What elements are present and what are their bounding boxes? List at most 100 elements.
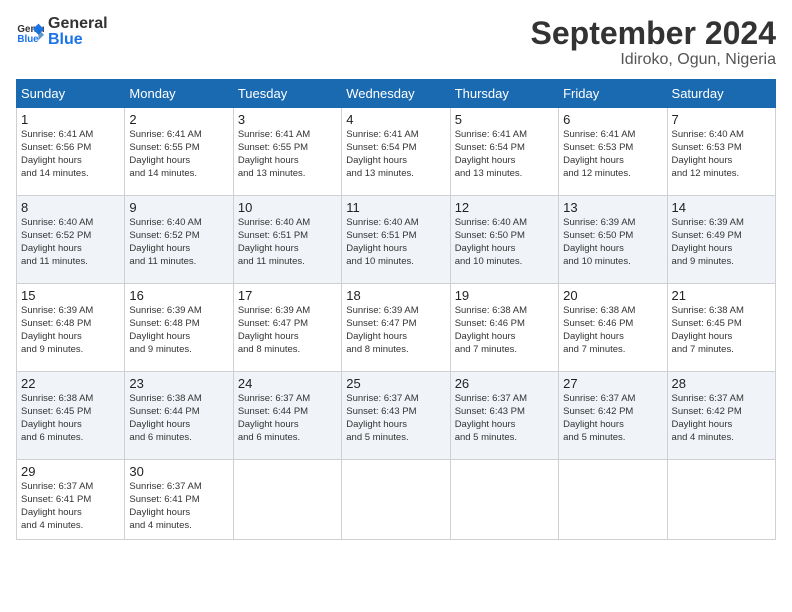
day-number: 6 [563,112,662,127]
day-detail: Sunrise: 6:37 AMSunset: 6:41 PMDaylight … [129,481,228,532]
day-number: 10 [238,200,337,215]
day-detail: Sunrise: 6:37 AMSunset: 6:43 PMDaylight … [455,393,554,444]
calendar-cell [342,460,450,540]
calendar-cell: 28 Sunrise: 6:37 AMSunset: 6:42 PMDayligh… [667,372,775,460]
location: Idiroko, Ogun, Nigeria [531,51,776,69]
day-number: 29 [21,464,120,479]
day-detail: Sunrise: 6:37 AMSunset: 6:44 PMDaylight … [238,393,337,444]
title-block: September 2024 Idiroko, Ogun, Nigeria [531,16,776,69]
day-header-monday: Monday [125,80,233,108]
day-detail: Sunrise: 6:39 AMSunset: 6:47 PMDaylight … [346,305,445,356]
calendar-cell [233,460,341,540]
day-number: 20 [563,288,662,303]
day-number: 1 [21,112,120,127]
calendar-cell: 16Sunrise: 6:39 AMSunset: 6:48 PMDayligh… [125,284,233,372]
day-detail: Sunrise: 6:37 AMSunset: 6:43 PMDaylight … [346,393,445,444]
calendar-week-row: 22Sunrise: 6:38 AMSunset: 6:45 PMDayligh… [17,372,776,460]
month-title: September 2024 [531,16,776,51]
day-number: 28 [672,376,771,391]
calendar-cell [559,460,667,540]
day-detail: Sunrise: 6:41 AMSunset: 6:55 PMDaylight … [238,129,337,180]
logo: General Blue General Blue [16,16,108,48]
day-detail: Sunrise: 6:41 AMSunset: 6:54 PMDaylight … [346,129,445,180]
calendar-cell: 21 Sunrise: 6:38 AMSunset: 6:45 PMDayligh… [667,284,775,372]
day-detail: Sunrise: 6:37 AMSunset: 6:42 PMDaylight … [672,393,771,444]
calendar-cell: 12 Sunrise: 6:40 AMSunset: 6:50 PMDayligh… [450,196,558,284]
calendar-cell: 4 Sunrise: 6:41 AMSunset: 6:54 PMDaylight… [342,108,450,196]
day-detail: Sunrise: 6:39 AMSunset: 6:48 PMDaylight … [21,305,120,356]
day-number: 17 [238,288,337,303]
day-number: 26 [455,376,554,391]
day-number: 18 [346,288,445,303]
day-number: 5 [455,112,554,127]
calendar-header-row: SundayMondayTuesdayWednesdayThursdayFrid… [17,80,776,108]
day-number: 4 [346,112,445,127]
day-detail: Sunrise: 6:40 AMSunset: 6:52 PMDaylight … [129,217,228,268]
day-detail: Sunrise: 6:37 AMSunset: 6:42 PMDaylight … [563,393,662,444]
calendar-cell: 18 Sunrise: 6:39 AMSunset: 6:47 PMDayligh… [342,284,450,372]
day-detail: Sunrise: 6:40 AMSunset: 6:53 PMDaylight … [672,129,771,180]
day-number: 7 [672,112,771,127]
calendar-cell: 25 Sunrise: 6:37 AMSunset: 6:43 PMDayligh… [342,372,450,460]
day-header-wednesday: Wednesday [342,80,450,108]
day-header-thursday: Thursday [450,80,558,108]
logo-icon: General Blue [16,18,44,46]
day-detail: Sunrise: 6:38 AMSunset: 6:46 PMDaylight … [455,305,554,356]
day-detail: Sunrise: 6:37 AMSunset: 6:41 PMDaylight … [21,481,120,532]
day-detail: Sunrise: 6:38 AMSunset: 6:46 PMDaylight … [563,305,662,356]
day-number: 25 [346,376,445,391]
day-header-tuesday: Tuesday [233,80,341,108]
calendar-cell: 11 Sunrise: 6:40 AMSunset: 6:51 PMDayligh… [342,196,450,284]
day-detail: Sunrise: 6:41 AMSunset: 6:56 PMDaylight … [21,129,120,180]
calendar-cell: 19 Sunrise: 6:38 AMSunset: 6:46 PMDayligh… [450,284,558,372]
svg-text:Blue: Blue [17,34,39,45]
day-detail: Sunrise: 6:39 AMSunset: 6:47 PMDaylight … [238,305,337,356]
day-number: 16 [129,288,228,303]
day-detail: Sunrise: 6:41 AMSunset: 6:53 PMDaylight … [563,129,662,180]
day-number: 9 [129,200,228,215]
calendar-cell: 14 Sunrise: 6:39 AMSunset: 6:49 PMDayligh… [667,196,775,284]
day-number: 27 [563,376,662,391]
day-detail: Sunrise: 6:39 AMSunset: 6:49 PMDaylight … [672,217,771,268]
calendar-cell: 30 Sunrise: 6:37 AMSunset: 6:41 PMDayligh… [125,460,233,540]
day-number: 13 [563,200,662,215]
day-detail: Sunrise: 6:40 AMSunset: 6:50 PMDaylight … [455,217,554,268]
day-number: 23 [129,376,228,391]
calendar-cell: 20 Sunrise: 6:38 AMSunset: 6:46 PMDayligh… [559,284,667,372]
day-detail: Sunrise: 6:40 AMSunset: 6:51 PMDaylight … [238,217,337,268]
calendar-cell: 3 Sunrise: 6:41 AMSunset: 6:55 PMDaylight… [233,108,341,196]
calendar-cell: 17 Sunrise: 6:39 AMSunset: 6:47 PMDayligh… [233,284,341,372]
calendar-cell: 22Sunrise: 6:38 AMSunset: 6:45 PMDayligh… [17,372,125,460]
calendar-cell: 6 Sunrise: 6:41 AMSunset: 6:53 PMDaylight… [559,108,667,196]
day-number: 11 [346,200,445,215]
day-number: 14 [672,200,771,215]
day-header-friday: Friday [559,80,667,108]
calendar-cell [450,460,558,540]
calendar-cell: 8Sunrise: 6:40 AMSunset: 6:52 PMDaylight… [17,196,125,284]
calendar-cell: 5Sunrise: 6:41 AMSunset: 6:54 PMDaylight… [450,108,558,196]
day-detail: Sunrise: 6:38 AMSunset: 6:45 PMDaylight … [672,305,771,356]
day-number: 3 [238,112,337,127]
day-number: 12 [455,200,554,215]
day-detail: Sunrise: 6:38 AMSunset: 6:45 PMDaylight … [21,393,120,444]
calendar-table: SundayMondayTuesdayWednesdayThursdayFrid… [16,79,776,540]
page-container: General Blue General Blue September 2024… [0,0,792,612]
calendar-week-row: 29 Sunrise: 6:37 AMSunset: 6:41 PMDayligh… [17,460,776,540]
calendar-cell: 1 Sunrise: 6:41 AMSunset: 6:56 PMDaylight… [17,108,125,196]
calendar-cell [667,460,775,540]
calendar-week-row: 8Sunrise: 6:40 AMSunset: 6:52 PMDaylight… [17,196,776,284]
day-number: 19 [455,288,554,303]
day-number: 24 [238,376,337,391]
day-header-sunday: Sunday [17,80,125,108]
calendar-cell: 13 Sunrise: 6:39 AMSunset: 6:50 PMDayligh… [559,196,667,284]
calendar-week-row: 1 Sunrise: 6:41 AMSunset: 6:56 PMDaylight… [17,108,776,196]
calendar-cell: 23Sunrise: 6:38 AMSunset: 6:44 PMDayligh… [125,372,233,460]
day-number: 2 [129,112,228,127]
calendar-cell: 7 Sunrise: 6:40 AMSunset: 6:53 PMDaylight… [667,108,775,196]
header: General Blue General Blue September 2024… [16,16,776,69]
day-number: 30 [129,464,228,479]
calendar-cell: 27 Sunrise: 6:37 AMSunset: 6:42 PMDayligh… [559,372,667,460]
day-detail: Sunrise: 6:39 AMSunset: 6:50 PMDaylight … [563,217,662,268]
day-number: 21 [672,288,771,303]
day-detail: Sunrise: 6:40 AMSunset: 6:51 PMDaylight … [346,217,445,268]
